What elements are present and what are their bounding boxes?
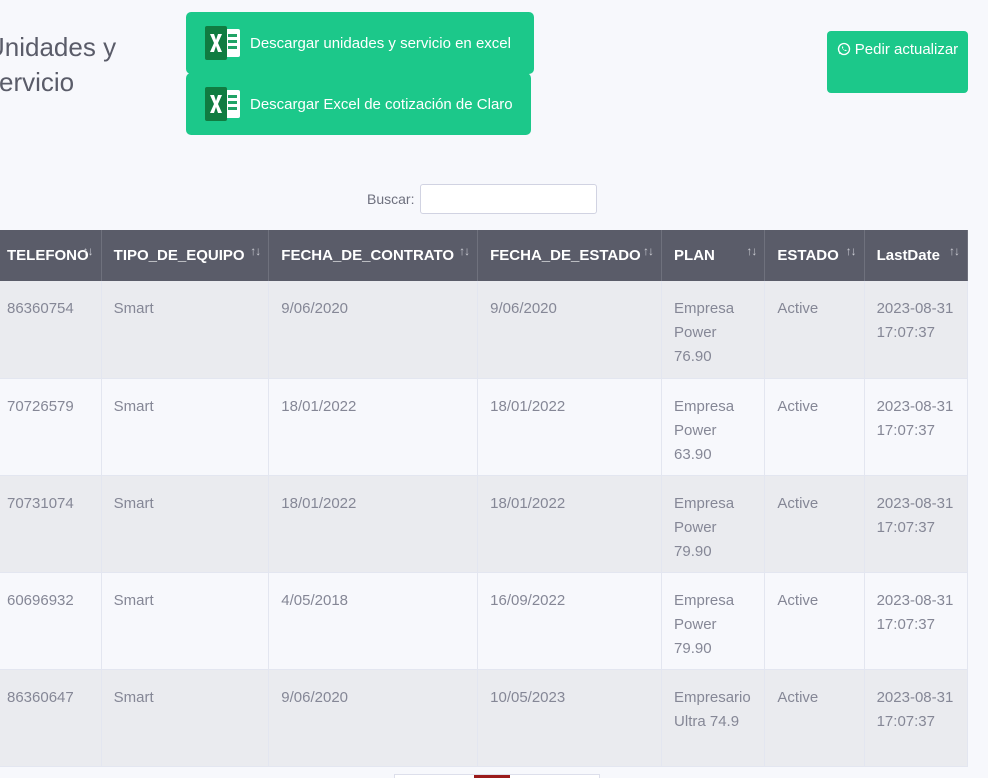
cell-plan: Empresa Power 79.90 [661, 572, 766, 670]
cell-fecha-de-contrato: 18/01/2022 [268, 378, 479, 476]
cell-telefono: 60696932 [0, 572, 102, 670]
cell-telefono: 70731074 [0, 475, 102, 573]
cell-estado: Active [764, 572, 865, 670]
cell-tipo-de-equipo: Smart [101, 572, 270, 670]
cell-fecha-de-contrato: 4/05/2018 [268, 572, 479, 670]
column-header-plan[interactable]: PLAN ↑↓ [661, 230, 766, 281]
excel-icon [204, 86, 242, 122]
sort-icon: ↑↓ [643, 244, 654, 258]
cell-fecha-de-estado: 18/01/2022 [477, 475, 663, 573]
cell-estado: Active [764, 281, 865, 379]
cell-lastdate: 2023-08-31 17:07:37 [864, 669, 969, 767]
cell-tipo-de-equipo: Smart [101, 475, 270, 573]
column-header-lastdate[interactable]: LastDate ↑↓ [864, 230, 969, 281]
cell-tipo-de-equipo: Smart [101, 669, 270, 767]
cell-fecha-de-estado: 18/01/2022 [477, 378, 663, 476]
sort-icon: ↑↓ [746, 244, 757, 258]
sort-icon: ↑↓ [845, 244, 857, 258]
whatsapp-icon [837, 40, 851, 64]
cell-fecha-de-estado: 9/06/2020 [477, 281, 663, 379]
cell-tipo-de-equipo: Smart [101, 281, 270, 379]
table-row: 70731074 Smart 18/01/2022 18/01/2022 Emp… [0, 475, 969, 573]
column-header-telefono[interactable]: TELEFONO ↑↓ [0, 230, 102, 281]
cell-tipo-de-equipo: Smart [101, 378, 270, 476]
cell-lastdate: 2023-08-31 17:07:37 [864, 572, 969, 670]
download-units-excel-button[interactable]: Descargar unidades y servicio en excel [186, 12, 534, 74]
excel-icon [204, 25, 242, 61]
cell-estado: Active [764, 475, 865, 573]
cell-estado: Active [764, 669, 865, 767]
request-update-label: Pedir actualizar [854, 41, 959, 58]
table-header-row: TELEFONO ↑↓ TIPO_DE_EQUIPO ↑↓ FECHA_DE_CON… [0, 230, 969, 281]
search-input[interactable] [420, 184, 598, 214]
download-units-excel-label: Descargar unidades y servicio en excel [250, 34, 511, 52]
page-title: Unidades y servicio [0, 32, 117, 97]
cell-fecha-de-contrato: 9/06/2020 [268, 669, 479, 767]
sort-icon: ↑↓ [250, 244, 261, 258]
download-claro-excel-label: Descargar Excel de cotización de Claro [250, 95, 513, 113]
column-header-fecha-de-contrato[interactable]: FECHA_DE_CONTRATO ↑↓ [268, 230, 479, 281]
pagination [394, 774, 600, 778]
cell-plan: Empresa Power 76.90 [661, 281, 766, 379]
table-row: 86360754 Smart 9/06/2020 9/06/2020 Empre… [0, 281, 969, 379]
table-row: 70726579 Smart 18/01/2022 18/01/2022 Emp… [0, 378, 969, 476]
sort-icon: ↑↓ [949, 244, 960, 258]
cell-lastdate: 2023-08-31 17:07:37 [864, 475, 969, 573]
cell-estado: Active [764, 378, 865, 476]
sort-icon: ↑↓ [82, 244, 94, 258]
cell-plan: Empresa Power 63.90 [661, 378, 766, 476]
cell-fecha-de-contrato: 9/06/2020 [268, 281, 479, 379]
cell-lastdate: 2023-08-31 17:07:37 [864, 378, 969, 476]
cell-fecha-de-estado: 16/09/2022 [477, 572, 663, 670]
cell-lastdate: 2023-08-31 17:07:37 [864, 281, 969, 379]
sort-icon: ↑↓ [459, 244, 470, 258]
units-table: TELEFONO ↑↓ TIPO_DE_EQUIPO ↑↓ FECHA_DE_CON… [0, 230, 969, 767]
table-row: 60696932 Smart 4/05/2018 16/09/2022 Empr… [0, 572, 969, 670]
search-label: Buscar: [367, 191, 415, 207]
cell-telefono: 86360754 [0, 281, 102, 379]
cell-telefono: 86360647 [0, 669, 102, 767]
page: Unidades y servicio Descargar unidades y… [0, 0, 988, 778]
cell-fecha-de-contrato: 18/01/2022 [268, 475, 479, 573]
request-update-button[interactable]: Pedir actualizar [827, 31, 968, 93]
cell-telefono: 70726579 [0, 378, 102, 476]
table-row: 86360647 Smart 9/06/2020 10/05/2023 Empr… [0, 669, 969, 767]
column-header-fecha-de-estado[interactable]: FECHA_DE_ESTADO ↑↓ [477, 230, 663, 281]
cell-plan: Empresa Power 79.90 [661, 475, 766, 573]
cell-fecha-de-estado: 10/05/2023 [477, 669, 663, 767]
cell-plan: Empresario Ultra 74.9 [661, 669, 766, 767]
column-header-estado[interactable]: ESTADO ↑↓ [764, 230, 865, 281]
download-claro-excel-button[interactable]: Descargar Excel de cotización de Claro [186, 73, 531, 135]
column-header-tipo-de-equipo[interactable]: TIPO_DE_EQUIPO ↑↓ [101, 230, 270, 281]
search-bar: Buscar: [367, 184, 598, 214]
